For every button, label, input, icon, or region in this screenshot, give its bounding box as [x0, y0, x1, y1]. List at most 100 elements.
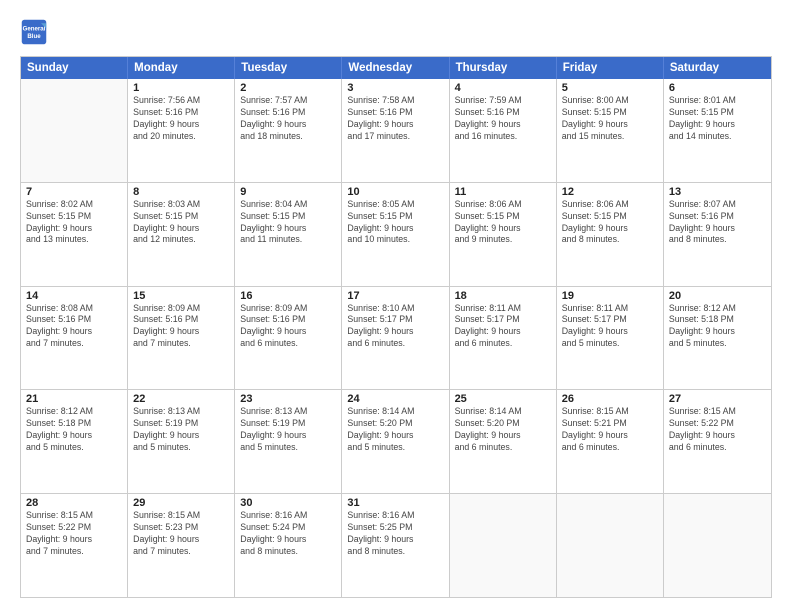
cal-cell	[21, 79, 128, 182]
day-number: 11	[455, 186, 551, 198]
day-info: Sunrise: 8:00 AM Sunset: 5:15 PM Dayligh…	[562, 95, 658, 143]
cal-cell: 8Sunrise: 8:03 AM Sunset: 5:15 PM Daylig…	[128, 183, 235, 286]
day-number: 20	[669, 290, 766, 302]
cal-cell: 21Sunrise: 8:12 AM Sunset: 5:18 PM Dayli…	[21, 390, 128, 493]
cal-cell: 2Sunrise: 7:57 AM Sunset: 5:16 PM Daylig…	[235, 79, 342, 182]
cal-cell: 25Sunrise: 8:14 AM Sunset: 5:20 PM Dayli…	[450, 390, 557, 493]
day-info: Sunrise: 8:15 AM Sunset: 5:22 PM Dayligh…	[26, 510, 122, 558]
cal-cell: 28Sunrise: 8:15 AM Sunset: 5:22 PM Dayli…	[21, 494, 128, 597]
day-info: Sunrise: 7:56 AM Sunset: 5:16 PM Dayligh…	[133, 95, 229, 143]
cal-cell: 13Sunrise: 8:07 AM Sunset: 5:16 PM Dayli…	[664, 183, 771, 286]
cal-cell: 16Sunrise: 8:09 AM Sunset: 5:16 PM Dayli…	[235, 287, 342, 390]
day-info: Sunrise: 8:15 AM Sunset: 5:23 PM Dayligh…	[133, 510, 229, 558]
day-info: Sunrise: 8:12 AM Sunset: 5:18 PM Dayligh…	[669, 303, 766, 351]
day-number: 18	[455, 290, 551, 302]
day-number: 3	[347, 82, 443, 94]
cal-cell: 4Sunrise: 7:59 AM Sunset: 5:16 PM Daylig…	[450, 79, 557, 182]
cal-cell: 30Sunrise: 8:16 AM Sunset: 5:24 PM Dayli…	[235, 494, 342, 597]
svg-text:Blue: Blue	[27, 33, 41, 40]
day-info: Sunrise: 8:14 AM Sunset: 5:20 PM Dayligh…	[455, 406, 551, 454]
day-number: 28	[26, 497, 122, 509]
day-info: Sunrise: 8:13 AM Sunset: 5:19 PM Dayligh…	[240, 406, 336, 454]
cal-header-cell: Wednesday	[342, 57, 449, 79]
cal-cell: 31Sunrise: 8:16 AM Sunset: 5:25 PM Dayli…	[342, 494, 449, 597]
cal-cell: 9Sunrise: 8:04 AM Sunset: 5:15 PM Daylig…	[235, 183, 342, 286]
day-number: 24	[347, 393, 443, 405]
day-info: Sunrise: 8:09 AM Sunset: 5:16 PM Dayligh…	[133, 303, 229, 351]
cal-header-cell: Sunday	[21, 57, 128, 79]
logo: General Blue	[20, 18, 52, 46]
svg-text:General: General	[23, 25, 46, 32]
day-info: Sunrise: 7:59 AM Sunset: 5:16 PM Dayligh…	[455, 95, 551, 143]
day-info: Sunrise: 8:11 AM Sunset: 5:17 PM Dayligh…	[562, 303, 658, 351]
day-info: Sunrise: 8:04 AM Sunset: 5:15 PM Dayligh…	[240, 199, 336, 247]
day-info: Sunrise: 8:06 AM Sunset: 5:15 PM Dayligh…	[562, 199, 658, 247]
cal-cell: 24Sunrise: 8:14 AM Sunset: 5:20 PM Dayli…	[342, 390, 449, 493]
day-number: 1	[133, 82, 229, 94]
day-number: 17	[347, 290, 443, 302]
day-number: 5	[562, 82, 658, 94]
cal-cell	[557, 494, 664, 597]
day-info: Sunrise: 8:01 AM Sunset: 5:15 PM Dayligh…	[669, 95, 766, 143]
day-info: Sunrise: 7:57 AM Sunset: 5:16 PM Dayligh…	[240, 95, 336, 143]
day-number: 14	[26, 290, 122, 302]
day-info: Sunrise: 8:02 AM Sunset: 5:15 PM Dayligh…	[26, 199, 122, 247]
day-info: Sunrise: 8:03 AM Sunset: 5:15 PM Dayligh…	[133, 199, 229, 247]
cal-cell: 11Sunrise: 8:06 AM Sunset: 5:15 PM Dayli…	[450, 183, 557, 286]
cal-week-row: 14Sunrise: 8:08 AM Sunset: 5:16 PM Dayli…	[21, 286, 771, 390]
page: General Blue SundayMondayTuesdayWednesda…	[0, 0, 792, 612]
day-number: 15	[133, 290, 229, 302]
cal-week-row: 28Sunrise: 8:15 AM Sunset: 5:22 PM Dayli…	[21, 493, 771, 597]
cal-cell: 22Sunrise: 8:13 AM Sunset: 5:19 PM Dayli…	[128, 390, 235, 493]
cal-cell	[664, 494, 771, 597]
cal-week-row: 7Sunrise: 8:02 AM Sunset: 5:15 PM Daylig…	[21, 182, 771, 286]
day-info: Sunrise: 8:13 AM Sunset: 5:19 PM Dayligh…	[133, 406, 229, 454]
cal-cell: 29Sunrise: 8:15 AM Sunset: 5:23 PM Dayli…	[128, 494, 235, 597]
cal-header-cell: Friday	[557, 57, 664, 79]
day-info: Sunrise: 8:07 AM Sunset: 5:16 PM Dayligh…	[669, 199, 766, 247]
header: General Blue	[20, 18, 772, 46]
day-number: 21	[26, 393, 122, 405]
cal-cell: 10Sunrise: 8:05 AM Sunset: 5:15 PM Dayli…	[342, 183, 449, 286]
cal-cell	[450, 494, 557, 597]
cal-header-cell: Monday	[128, 57, 235, 79]
day-number: 30	[240, 497, 336, 509]
cal-cell: 1Sunrise: 7:56 AM Sunset: 5:16 PM Daylig…	[128, 79, 235, 182]
cal-cell: 7Sunrise: 8:02 AM Sunset: 5:15 PM Daylig…	[21, 183, 128, 286]
day-info: Sunrise: 8:15 AM Sunset: 5:22 PM Dayligh…	[669, 406, 766, 454]
day-number: 13	[669, 186, 766, 198]
day-info: Sunrise: 8:11 AM Sunset: 5:17 PM Dayligh…	[455, 303, 551, 351]
day-number: 19	[562, 290, 658, 302]
day-number: 26	[562, 393, 658, 405]
cal-header-cell: Tuesday	[235, 57, 342, 79]
cal-week-row: 21Sunrise: 8:12 AM Sunset: 5:18 PM Dayli…	[21, 389, 771, 493]
day-number: 31	[347, 497, 443, 509]
calendar: SundayMondayTuesdayWednesdayThursdayFrid…	[20, 56, 772, 598]
calendar-header: SundayMondayTuesdayWednesdayThursdayFrid…	[21, 57, 771, 79]
day-number: 2	[240, 82, 336, 94]
day-info: Sunrise: 8:14 AM Sunset: 5:20 PM Dayligh…	[347, 406, 443, 454]
cal-cell: 26Sunrise: 8:15 AM Sunset: 5:21 PM Dayli…	[557, 390, 664, 493]
day-number: 22	[133, 393, 229, 405]
day-number: 12	[562, 186, 658, 198]
cal-header-cell: Thursday	[450, 57, 557, 79]
cal-cell: 6Sunrise: 8:01 AM Sunset: 5:15 PM Daylig…	[664, 79, 771, 182]
cal-cell: 15Sunrise: 8:09 AM Sunset: 5:16 PM Dayli…	[128, 287, 235, 390]
day-number: 7	[26, 186, 122, 198]
cal-cell: 18Sunrise: 8:11 AM Sunset: 5:17 PM Dayli…	[450, 287, 557, 390]
day-info: Sunrise: 8:09 AM Sunset: 5:16 PM Dayligh…	[240, 303, 336, 351]
day-info: Sunrise: 8:16 AM Sunset: 5:25 PM Dayligh…	[347, 510, 443, 558]
day-number: 8	[133, 186, 229, 198]
day-number: 10	[347, 186, 443, 198]
calendar-body: 1Sunrise: 7:56 AM Sunset: 5:16 PM Daylig…	[21, 79, 771, 597]
cal-cell: 12Sunrise: 8:06 AM Sunset: 5:15 PM Dayli…	[557, 183, 664, 286]
day-info: Sunrise: 8:15 AM Sunset: 5:21 PM Dayligh…	[562, 406, 658, 454]
cal-cell: 20Sunrise: 8:12 AM Sunset: 5:18 PM Dayli…	[664, 287, 771, 390]
day-number: 29	[133, 497, 229, 509]
cal-cell: 5Sunrise: 8:00 AM Sunset: 5:15 PM Daylig…	[557, 79, 664, 182]
day-info: Sunrise: 7:58 AM Sunset: 5:16 PM Dayligh…	[347, 95, 443, 143]
logo-icon: General Blue	[20, 18, 48, 46]
cal-header-cell: Saturday	[664, 57, 771, 79]
day-info: Sunrise: 8:08 AM Sunset: 5:16 PM Dayligh…	[26, 303, 122, 351]
day-number: 16	[240, 290, 336, 302]
